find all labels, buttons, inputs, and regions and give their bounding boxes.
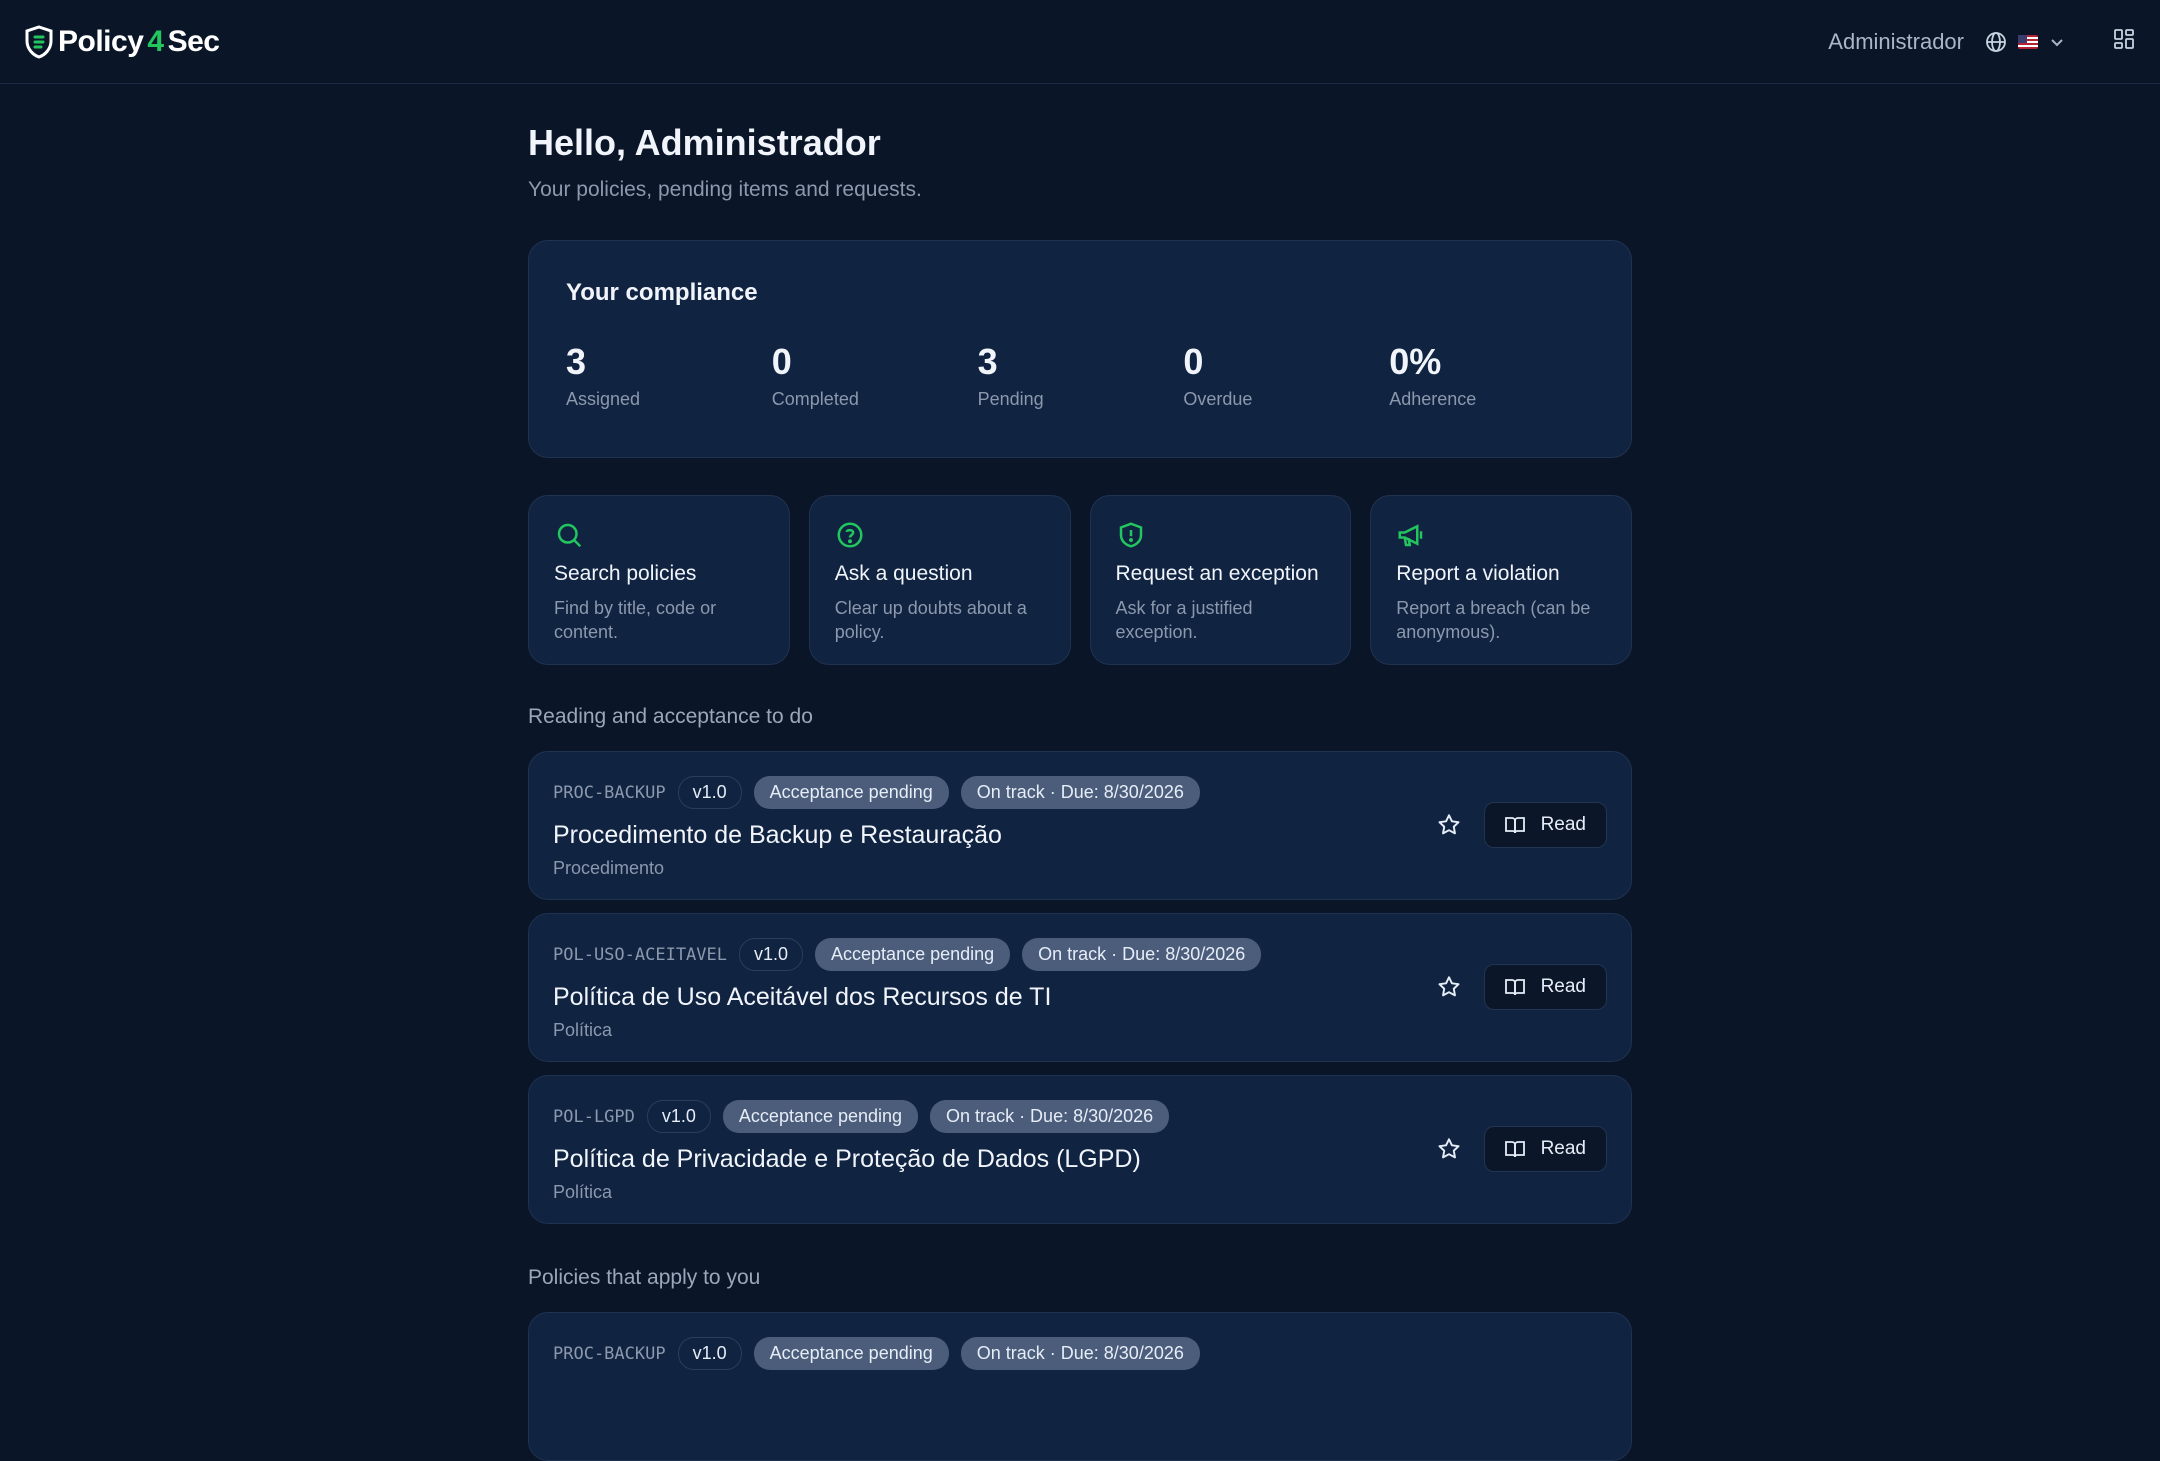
globe-icon: [1986, 31, 2006, 52]
policy-row[interactable]: PROC-BACKUP v1.0 Acceptance pending On t…: [528, 1312, 1632, 1461]
ask-question-card[interactable]: Ask a question Clear up doubts about a p…: [808, 495, 1071, 665]
star-icon: [1438, 814, 1460, 835]
request-exception-card[interactable]: Request an exception Ask for a justified…: [1089, 495, 1352, 665]
action-desc: Report a breach (can be anonymous).: [1396, 598, 1591, 642]
stat-value: 0: [1183, 341, 1204, 382]
stat-label: Overdue: [1183, 389, 1253, 409]
shield-alert-icon: [1119, 522, 1142, 548]
stat-label: Completed: [771, 389, 859, 409]
favorite-button[interactable]: [1436, 1136, 1462, 1162]
stat-label: Adherence: [1389, 389, 1477, 409]
chevron-down-icon: [2051, 38, 2063, 46]
shield-logo-icon: [25, 24, 53, 59]
policy-type: Procedimento: [553, 858, 665, 878]
version-badge: v1.0: [677, 776, 742, 809]
policy-code: POL-USO-ACEITAVEL: [553, 944, 727, 965]
due-badge: On track · Due: 8/30/2026: [930, 1100, 1170, 1133]
policy-code: PROC-BACKUP: [553, 1343, 666, 1364]
favorite-button[interactable]: [1436, 812, 1462, 838]
stat-value: 3: [977, 341, 998, 382]
stat-overdue: 0 Overdue: [1183, 341, 1389, 410]
action-title: Ask a question: [834, 562, 973, 585]
compliance-title: Your compliance: [566, 279, 758, 306]
page-title: Hello, Administrador: [528, 122, 881, 163]
due-badge: On track · Due: 8/30/2026: [960, 776, 1200, 809]
layout-grid-icon: [2114, 29, 2134, 49]
star-icon: [1438, 1138, 1460, 1159]
megaphone-icon: [1398, 524, 1423, 547]
top-bar: Policy 4 Sec Administrador: [0, 0, 2160, 84]
todo-list: PROC-BACKUP v1.0 Acceptance pending On t…: [528, 751, 1632, 1224]
read-button-label: Read: [1540, 814, 1586, 835]
apps-grid-button[interactable]: [2112, 27, 2136, 56]
read-button[interactable]: Read: [1483, 802, 1607, 848]
action-title: Request an exception: [1115, 562, 1319, 585]
status-badge: Acceptance pending: [815, 938, 1011, 971]
search-policies-card[interactable]: Search policies Find by title, code or c…: [528, 495, 790, 665]
logo-text-policy: Policy: [58, 24, 144, 58]
book-open-icon: [1504, 817, 1525, 834]
stat-value: 0: [771, 341, 792, 382]
policy-code: POL-LGPD: [553, 1106, 635, 1127]
due-badge: On track · Due: 8/30/2026: [960, 1337, 1200, 1370]
read-button[interactable]: Read: [1483, 964, 1607, 1010]
policy-type: Política: [553, 1182, 613, 1202]
action-title: Report a violation: [1396, 562, 1560, 585]
language-selector[interactable]: [1984, 30, 2066, 54]
app-logo[interactable]: Policy 4 Sec: [24, 24, 220, 59]
action-title: Search policies: [554, 562, 697, 585]
version-badge: v1.0: [677, 1337, 742, 1370]
stat-value: 0%: [1389, 341, 1442, 382]
stat-label: Pending: [977, 389, 1044, 409]
version-badge: v1.0: [739, 938, 804, 971]
todo-section-title: Reading and acceptance to do: [528, 705, 813, 728]
logo-text-sec: Sec: [167, 24, 220, 58]
quick-actions: Search policies Find by title, code or c…: [528, 495, 1632, 665]
status-badge: Acceptance pending: [722, 1100, 919, 1133]
action-desc: Find by title, code or content.: [554, 598, 717, 642]
policy-code: PROC-BACKUP: [553, 782, 666, 803]
policy-type: Política: [553, 1020, 613, 1040]
help-circle-icon: [837, 522, 863, 548]
version-badge: v1.0: [646, 1100, 711, 1133]
report-violation-card[interactable]: Report a violation Report a breach (can …: [1370, 495, 1632, 665]
stat-assigned: 3 Assigned: [566, 341, 772, 410]
stat-value: 3: [566, 341, 587, 382]
star-icon: [1438, 976, 1460, 997]
read-button-label: Read: [1540, 1138, 1586, 1159]
policy-row[interactable]: POL-LGPD v1.0 Acceptance pending On trac…: [528, 1075, 1632, 1224]
main-content: Hello, Administrador Your policies, pend…: [528, 84, 1632, 1461]
stat-completed: 0 Completed: [772, 341, 978, 410]
applies-section-title: Policies that apply to you: [528, 1266, 761, 1289]
favorite-button[interactable]: [1436, 974, 1462, 1000]
policy-row[interactable]: PROC-BACKUP v1.0 Acceptance pending On t…: [528, 751, 1632, 900]
policy-row[interactable]: POL-USO-ACEITAVEL v1.0 Acceptance pendin…: [528, 913, 1632, 1062]
page-subtitle: Your policies, pending items and request…: [528, 178, 922, 201]
user-name[interactable]: Administrador: [1828, 29, 1964, 55]
stat-pending: 3 Pending: [978, 341, 1184, 410]
read-button-label: Read: [1540, 976, 1586, 997]
status-badge: Acceptance pending: [753, 776, 949, 809]
compliance-card: Your compliance 3 Assigned 0 Completed 3…: [528, 240, 1632, 458]
due-badge: On track · Due: 8/30/2026: [1022, 938, 1262, 971]
book-open-icon: [1504, 979, 1525, 996]
book-open-icon: [1504, 1141, 1525, 1158]
search-icon: [557, 523, 582, 548]
action-desc: Ask for a justified exception.: [1115, 598, 1253, 642]
read-button[interactable]: Read: [1483, 1126, 1607, 1172]
stat-adherence: 0% Adherence: [1389, 341, 1595, 410]
stat-label: Assigned: [566, 389, 641, 409]
logo-text-bolt: 4: [147, 24, 164, 58]
action-desc: Clear up doubts about a policy.: [834, 598, 1027, 642]
status-badge: Acceptance pending: [753, 1337, 949, 1370]
us-flag-icon: [2018, 34, 2038, 49]
